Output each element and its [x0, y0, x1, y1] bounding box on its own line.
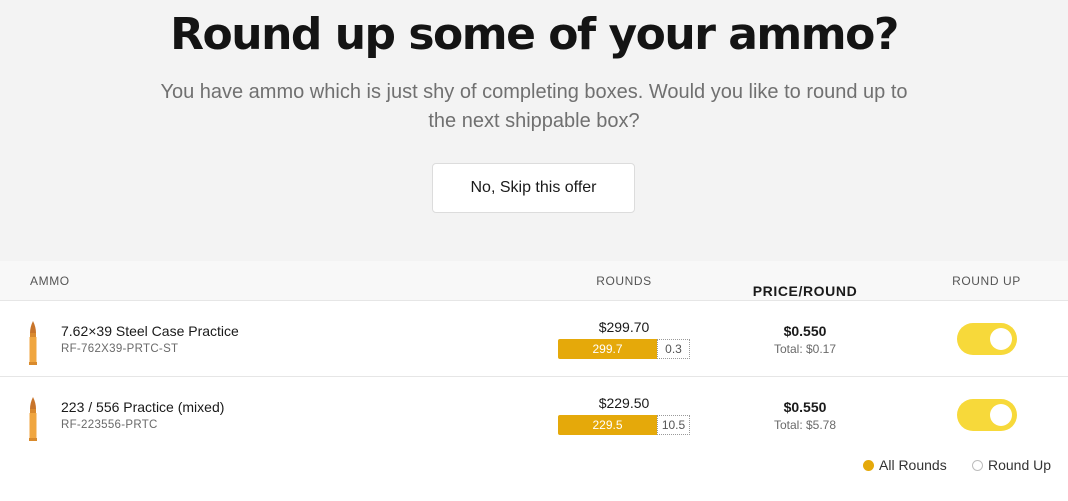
ammo-sku: RF-223556-PRTC	[61, 419, 158, 431]
table-row: 7.62×39 Steel Case Practice RF-762X39-PR…	[0, 301, 1068, 377]
round-up-toggle[interactable]	[957, 323, 1017, 355]
round-up-toggle[interactable]	[957, 399, 1017, 431]
rounds-total: $299.70	[598, 319, 650, 335]
rounds-bar-remaining: 10.5	[657, 415, 690, 435]
table-header: AMMO ROUNDS PRICE/ROUND ROUND UP	[0, 261, 1068, 301]
ammo-name: 223 / 556 Practice (mixed)	[61, 399, 225, 415]
legend-all-rounds: All Rounds	[863, 457, 947, 473]
page-subtitle: You have ammo which is just shy of compl…	[160, 81, 908, 132]
price-per-round: $0.550	[783, 399, 827, 415]
column-header-round-up: ROUND UP	[952, 274, 1021, 288]
page-title: Round up some of your ammo?	[170, 9, 899, 60]
toggle-knob	[990, 328, 1012, 350]
toggle-knob	[990, 404, 1012, 426]
bullet-icon	[29, 397, 37, 441]
ammo-name: 7.62×39 Steel Case Practice	[61, 323, 239, 339]
price-total: Total: $0.17	[773, 342, 837, 356]
rounds-bar-filled: 299.7	[558, 339, 657, 359]
bullet-icon	[29, 321, 37, 365]
legend-label: Round Up	[988, 457, 1052, 473]
offer-header: Round up some of your ammo? You have amm…	[0, 0, 1068, 261]
price-per-round: $0.550	[783, 323, 827, 339]
column-header-price-round: PRICE/ROUND	[752, 283, 858, 299]
legend-dot-empty-icon	[972, 459, 983, 471]
rounds-bar-filled: 229.5	[558, 415, 657, 435]
legend-dot-filled-icon	[863, 459, 874, 471]
rounds-bar: 299.7 0.3	[558, 339, 690, 359]
price-total: Total: $5.78	[773, 418, 837, 432]
rounds-bar-remaining: 0.3	[657, 339, 690, 359]
ammo-sku: RF-762X39-PRTC-ST	[61, 343, 179, 355]
table-row: 223 / 556 Practice (mixed) RF-223556-PRT…	[0, 377, 1068, 453]
legend-label: All Rounds	[879, 457, 947, 473]
rounds-total: $229.50	[598, 395, 650, 411]
column-header-rounds: ROUNDS	[596, 274, 652, 288]
column-header-ammo: AMMO	[30, 274, 70, 288]
rounds-bar: 229.5 10.5	[558, 415, 690, 435]
legend-round-up: Round Up	[972, 457, 1051, 473]
skip-offer-button[interactable]: No, Skip this offer	[432, 163, 635, 213]
